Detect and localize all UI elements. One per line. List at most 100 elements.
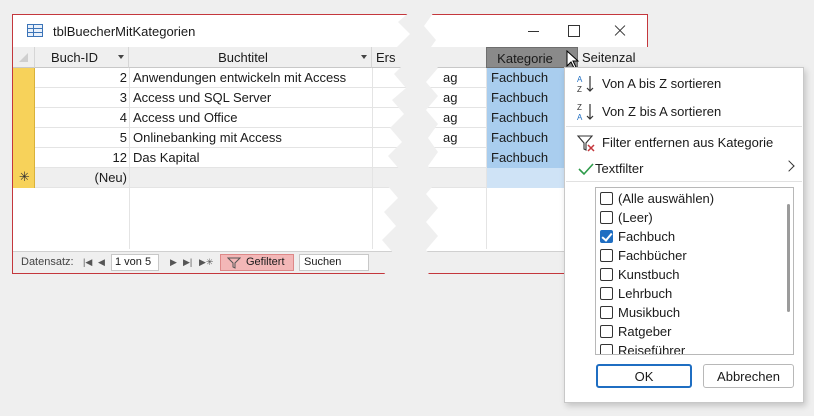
column-header-label: Buch-ID [51, 50, 98, 65]
cell-ersch[interactable]: ag [443, 110, 483, 125]
last-record-icon[interactable]: ▶| [183, 257, 192, 268]
list-item[interactable]: Ratgeber [596, 322, 776, 341]
cell-buchtitel[interactable]: Anwendungen entwickeln mit Access [133, 70, 346, 85]
menu-item-remove-filter[interactable]: Filter entfernen aus Kategorie [565, 129, 803, 155]
filter-label: Gefiltert [246, 256, 285, 268]
new-record-row[interactable]: ✳ (Neu) [13, 168, 649, 188]
record-selector[interactable] [13, 88, 35, 108]
list-item[interactable]: Fachbücher [596, 246, 776, 265]
cancel-button[interactable]: Abbrechen [703, 364, 794, 388]
list-item[interactable]: Reiseführer [596, 341, 776, 355]
cell-buch-id[interactable]: 12 [35, 150, 129, 165]
record-label: Datensatz: [21, 256, 74, 268]
cell-buchtitel[interactable]: Das Kapital [133, 150, 199, 165]
close-button[interactable] [611, 23, 629, 39]
cell-buchtitel[interactable]: Access und SQL Server [133, 90, 271, 105]
search-input[interactable]: Suchen [299, 254, 369, 271]
checkbox[interactable] [600, 344, 613, 354]
column-header-label: Ers [376, 50, 396, 65]
cell-buch-id[interactable]: 5 [35, 130, 129, 145]
svg-text:Z: Z [577, 103, 582, 112]
checkbox[interactable] [600, 268, 613, 281]
checkbox[interactable] [600, 306, 613, 319]
checkbox-checked[interactable] [600, 230, 613, 243]
record-navigation-bar: Datensatz: |◀ ◀ 1 von 5 ▶ ▶| ▶✳ Gefilter… [13, 251, 649, 273]
menu-item-label: Von A bis Z sortieren [602, 76, 722, 91]
cell-ersch[interactable]: ag [443, 90, 483, 105]
record-selector[interactable] [13, 68, 35, 88]
list-item[interactable]: Musikbuch [596, 303, 776, 322]
cell-buch-id-new[interactable]: (Neu) [35, 170, 129, 185]
filter-toggle-button[interactable]: Gefiltert [220, 254, 294, 271]
datasheet-window: tblBuecherMitKategorien Buch-ID Buchtite… [12, 14, 649, 274]
cell-buch-id[interactable]: 2 [35, 70, 129, 85]
table-row[interactable]: 5 Onlinebanking mit Access ag Fachbuch [13, 128, 649, 148]
checkbox[interactable] [600, 325, 613, 338]
list-item-label: Lehrbuch [618, 286, 673, 301]
list-item[interactable]: Lehrbuch [596, 284, 776, 303]
ok-button[interactable]: OK [596, 364, 692, 388]
column-header-buch-id[interactable]: Buch-ID [35, 47, 129, 68]
dropdown-arrow-icon[interactable] [361, 55, 367, 59]
cell-buchtitel[interactable]: Access und Office [133, 110, 238, 125]
menu-item-label: Textfilter [595, 161, 644, 176]
list-item-label: Fachbuch [618, 229, 676, 244]
table-icon [27, 24, 43, 37]
column-header-label: Buchtitel [218, 50, 268, 65]
new-record-selector[interactable]: ✳ [13, 168, 35, 188]
list-item-label: (Leer) [618, 210, 653, 225]
list-item-label: Reiseführer [618, 343, 686, 355]
window-titlebar: tblBuecherMitKategorien [13, 15, 647, 47]
list-item-label: (Alle auswählen) [618, 191, 715, 206]
record-selector[interactable] [13, 128, 35, 148]
menu-item-text-filter[interactable]: Textfilter [565, 155, 803, 181]
table-row[interactable]: 3 Access und SQL Server ag Fachbuch [13, 88, 649, 108]
table-row[interactable]: 4 Access und Office ag Fachbuch [13, 108, 649, 128]
table-row[interactable]: 12 Das Kapital Fachbuch [13, 148, 649, 168]
dropdown-arrow-icon[interactable] [118, 55, 124, 59]
cell-buchtitel[interactable]: Onlinebanking mit Access [133, 130, 282, 145]
menu-item-sort-ascending[interactable]: A Z Von A bis Z sortieren [565, 70, 803, 96]
datasheet-grid: Buch-ID Buchtitel Ers Kategorie Seitenza… [13, 47, 649, 249]
first-record-icon[interactable]: |◀ [83, 257, 92, 268]
checkbox[interactable] [600, 211, 613, 224]
select-all-corner[interactable] [13, 47, 35, 68]
sort-ascending-icon: A Z [577, 75, 594, 94]
table-row[interactable]: 2 Anwendungen entwickeln mit Access ag F… [13, 68, 649, 88]
cell-buch-id[interactable]: 3 [35, 90, 129, 105]
column-header-ersch[interactable]: Ers [372, 47, 490, 68]
record-selector[interactable] [13, 108, 35, 128]
cell-buch-id[interactable]: 4 [35, 110, 129, 125]
remove-filter-icon [576, 135, 595, 152]
checkmark-icon [578, 163, 594, 176]
checkbox[interactable] [600, 192, 613, 205]
list-item[interactable]: Fachbuch [596, 227, 776, 246]
record-selector[interactable] [13, 148, 35, 168]
previous-record-icon[interactable]: ◀ [98, 257, 105, 268]
menu-item-sort-descending[interactable]: Z A Von Z bis A sortieren [565, 98, 803, 124]
next-record-icon[interactable]: ▶ [170, 257, 177, 268]
list-item-label: Musikbuch [618, 305, 681, 320]
menu-item-label: Filter entfernen aus Kategorie [602, 135, 774, 150]
current-record-field[interactable]: 1 von 5 [111, 254, 159, 271]
column-header-kategorie[interactable]: Kategorie [486, 47, 578, 68]
list-scrollbar[interactable] [787, 204, 790, 312]
list-item[interactable]: Kunstbuch [596, 265, 776, 284]
cell-ersch[interactable]: ag [443, 70, 483, 85]
minimize-button[interactable] [525, 23, 543, 39]
column-header-buchtitel[interactable]: Buchtitel [129, 47, 372, 68]
list-item-label: Fachbücher [618, 248, 687, 263]
column-header-seitenzahl[interactable]: Seitenzal [578, 47, 649, 68]
new-record-icon: ✳ [19, 169, 30, 184]
sort-descending-icon: Z A [577, 103, 594, 122]
filter-icon [227, 257, 241, 269]
svg-text:A: A [577, 75, 583, 84]
checkbox[interactable] [600, 287, 613, 300]
cell-ersch[interactable]: ag [443, 130, 483, 145]
maximize-button[interactable] [565, 23, 583, 39]
list-item[interactable]: (Alle auswählen) [596, 189, 776, 208]
new-record-nav-icon[interactable]: ▶✳ [199, 257, 213, 268]
list-item[interactable]: (Leer) [596, 208, 776, 227]
checkbox[interactable] [600, 249, 613, 262]
column-header-label: Kategorie [497, 51, 553, 66]
